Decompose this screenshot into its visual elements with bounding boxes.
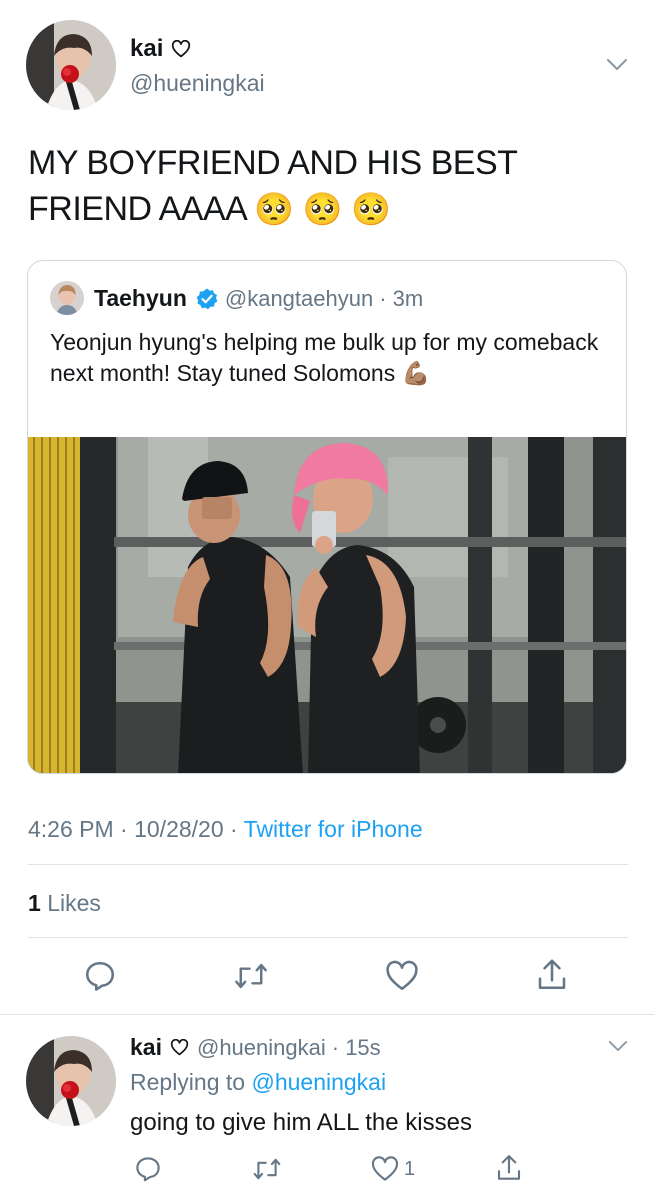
heart-outline-icon — [170, 1039, 189, 1056]
reply-like-count: 1 — [404, 1157, 416, 1180]
reply-author-name[interactable]: kai — [130, 1034, 162, 1061]
tweet-source-link[interactable]: Twitter for iPhone — [244, 816, 423, 842]
pleading-face-emoji-1: 🥺 — [254, 191, 294, 227]
pleading-face-emoji-3: 🥺 — [351, 191, 391, 227]
retweet-icon[interactable] — [251, 1154, 283, 1184]
likes-label: Likes — [47, 890, 101, 916]
section-divider — [0, 1014, 654, 1015]
quoted-tweet-text: Yeonjun hyung's helping me bulk up for m… — [50, 327, 610, 389]
replying-to-handle[interactable]: @hueningkai — [251, 1069, 386, 1095]
quoted-author-name: Taehyun — [94, 285, 187, 311]
flexed-biceps-emoji: 💪🏽 — [401, 360, 431, 386]
reply-text: going to give him ALL the kisses — [130, 1109, 472, 1136]
quoted-timestamp: · 3m — [379, 285, 424, 311]
divider — [28, 864, 628, 865]
verified-badge-icon — [195, 287, 219, 311]
replying-to-label: Replying to — [130, 1069, 246, 1095]
quoted-tweet-card[interactable]: Taehyun @kangtaehyun · 3m Yeonjun hyung'… — [27, 260, 627, 774]
tweet-text: MY BOYFRIEND AND HIS BEST FRIEND AAAA 🥺 … — [28, 140, 548, 232]
reply-author-avatar[interactable] — [26, 1036, 116, 1126]
quoted-tweet-text-body: Yeonjun hyung's helping me bulk up for m… — [50, 329, 599, 386]
author-avatar[interactable] — [26, 20, 116, 110]
pleading-face-emoji-2: 🥺 — [302, 191, 343, 227]
reply-timestamp: · 15s — [331, 1034, 381, 1060]
divider — [28, 937, 628, 938]
quoted-author-avatar — [50, 281, 84, 315]
reply-icon[interactable] — [133, 1154, 163, 1184]
like-icon — [370, 1154, 400, 1184]
chevron-down-icon[interactable] — [608, 1040, 628, 1053]
retweet-icon[interactable] — [232, 958, 270, 994]
share-icon[interactable] — [494, 1152, 524, 1184]
likes-count: 1 — [28, 890, 41, 916]
gym-mirror-selfie-photo[interactable] — [28, 437, 626, 773]
heart-outline-icon — [171, 40, 191, 58]
author-name[interactable]: kai — [130, 36, 163, 62]
tweet-timestamp: 4:26 PM · 10/28/20 · — [28, 816, 238, 842]
like-icon[interactable] — [384, 958, 420, 994]
share-icon[interactable] — [534, 956, 570, 994]
likes-stat[interactable]: 1 Likes — [28, 889, 101, 917]
author-handle[interactable]: @hueningkai — [130, 70, 265, 96]
quoted-author-handle: @kangtaehyun — [224, 285, 374, 311]
reply-author-handle[interactable]: @hueningkai — [197, 1035, 326, 1061]
reply-icon[interactable] — [82, 958, 118, 994]
chevron-down-icon[interactable] — [606, 58, 628, 72]
reply-like-button[interactable]: 1 — [370, 1154, 415, 1184]
